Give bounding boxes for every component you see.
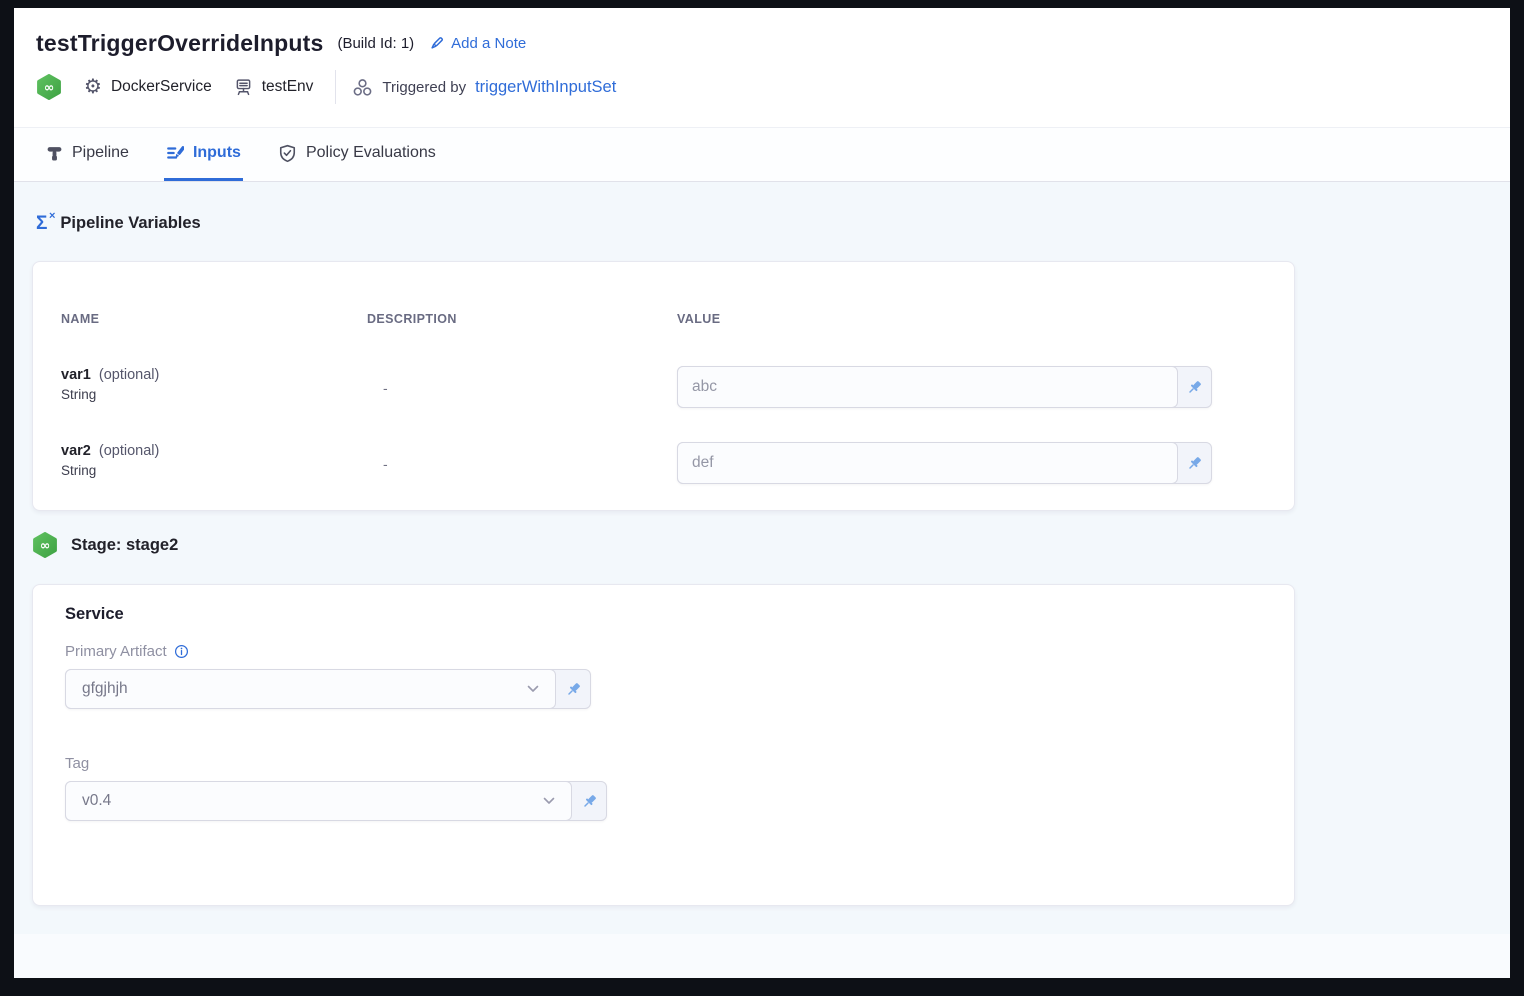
tab-bar: Pipeline Inputs	[14, 128, 1510, 182]
chevron-down-icon	[543, 797, 555, 805]
pin-button[interactable]	[556, 670, 590, 708]
pin-icon	[565, 681, 582, 698]
execution-page: testTriggerOverrideInputs (Build Id: 1) …	[14, 8, 1510, 978]
shield-check-icon	[278, 144, 297, 163]
cd-stage-icon: ∞	[32, 532, 58, 558]
tab-policy-evaluations[interactable]: Policy Evaluations	[276, 128, 438, 181]
tag-select[interactable]: v0.4	[65, 781, 572, 821]
trigger-icon	[352, 77, 373, 98]
variable-value-input[interactable]	[677, 442, 1178, 484]
pin-button[interactable]	[1178, 367, 1211, 407]
pencil-icon	[428, 35, 445, 52]
cd-module-icon: ∞	[36, 74, 62, 100]
pipeline-variables-title: Pipeline Variables	[60, 214, 200, 233]
tab-pipeline-label: Pipeline	[72, 144, 129, 162]
variable-value-input[interactable]	[677, 366, 1178, 408]
tag-label: Tag	[65, 755, 89, 772]
column-header-value: VALUE	[677, 312, 720, 326]
tab-inputs[interactable]: Inputs	[164, 128, 243, 181]
tab-inputs-label: Inputs	[193, 144, 241, 162]
variable-value-field	[677, 442, 1212, 484]
chevron-down-icon	[527, 685, 539, 693]
variable-optional-label: (optional)	[95, 367, 159, 383]
execution-meta: ∞ ⚙ DockerService testEnv	[36, 70, 616, 104]
primary-artifact-label: Primary Artifact	[65, 643, 189, 660]
tag-field: v0.4	[65, 781, 607, 821]
variable-description: -	[383, 456, 388, 472]
pin-button[interactable]	[572, 782, 606, 820]
pipeline-variables-card: NAME DESCRIPTION VALUE var1 (optional) S…	[32, 261, 1295, 511]
content-bottom-strip	[14, 934, 1510, 978]
service-card-title: Service	[65, 605, 124, 624]
variable-row-name: var2 (optional) String	[61, 443, 159, 478]
build-id-label: (Build Id: 1)	[337, 35, 414, 52]
variable-row-name: var1 (optional) String	[61, 367, 159, 402]
tab-policy-evaluations-label: Policy Evaluations	[306, 144, 436, 162]
pin-icon	[1186, 455, 1203, 472]
trigger-link[interactable]: triggerWithInputSet	[475, 78, 616, 97]
service-name-label[interactable]: DockerService	[111, 78, 212, 96]
pin-icon	[581, 793, 598, 810]
variable-value-field	[677, 366, 1212, 408]
pin-button[interactable]	[1178, 443, 1211, 483]
environment-icon	[234, 78, 253, 97]
column-header-description: DESCRIPTION	[367, 312, 457, 326]
primary-artifact-select[interactable]: gfgjhjh	[65, 669, 556, 709]
page-title: testTriggerOverrideInputs	[36, 30, 323, 57]
service-card: Service Primary Artifact gfgjhjh	[32, 584, 1295, 906]
variable-optional-label: (optional)	[95, 443, 159, 459]
stage-title: Stage: stage2	[71, 536, 178, 555]
primary-artifact-field: gfgjhjh	[65, 669, 591, 709]
variable-description: -	[383, 380, 388, 396]
environment-name-label[interactable]: testEnv	[262, 78, 314, 96]
stage-heading: ∞ Stage: stage2	[32, 532, 178, 558]
variable-name: var1	[61, 367, 91, 383]
triggered-by-label: Triggered by	[382, 79, 466, 96]
gear-icon: ⚙	[84, 76, 102, 96]
column-header-name: NAME	[61, 312, 99, 326]
meta-divider	[335, 70, 336, 104]
variables-sigma-icon: Σ×	[36, 214, 47, 233]
info-icon[interactable]	[174, 644, 189, 659]
pin-icon	[1186, 379, 1203, 396]
add-note-label: Add a Note	[451, 35, 526, 52]
execution-header: testTriggerOverrideInputs (Build Id: 1) …	[36, 30, 526, 57]
add-note-button[interactable]: Add a Note	[428, 35, 526, 52]
variable-type: String	[61, 387, 159, 402]
pipeline-icon	[46, 145, 63, 162]
inputs-icon	[166, 144, 184, 162]
variable-type: String	[61, 463, 159, 478]
tab-pipeline[interactable]: Pipeline	[44, 128, 131, 181]
pipeline-variables-heading: Σ× Pipeline Variables	[36, 214, 201, 233]
svg-text:∞: ∞	[44, 79, 54, 94]
inputs-tab-content: Σ× Pipeline Variables NAME DESCRIPTION V…	[14, 182, 1510, 978]
svg-text:∞: ∞	[40, 537, 50, 552]
variable-name: var2	[61, 443, 91, 459]
